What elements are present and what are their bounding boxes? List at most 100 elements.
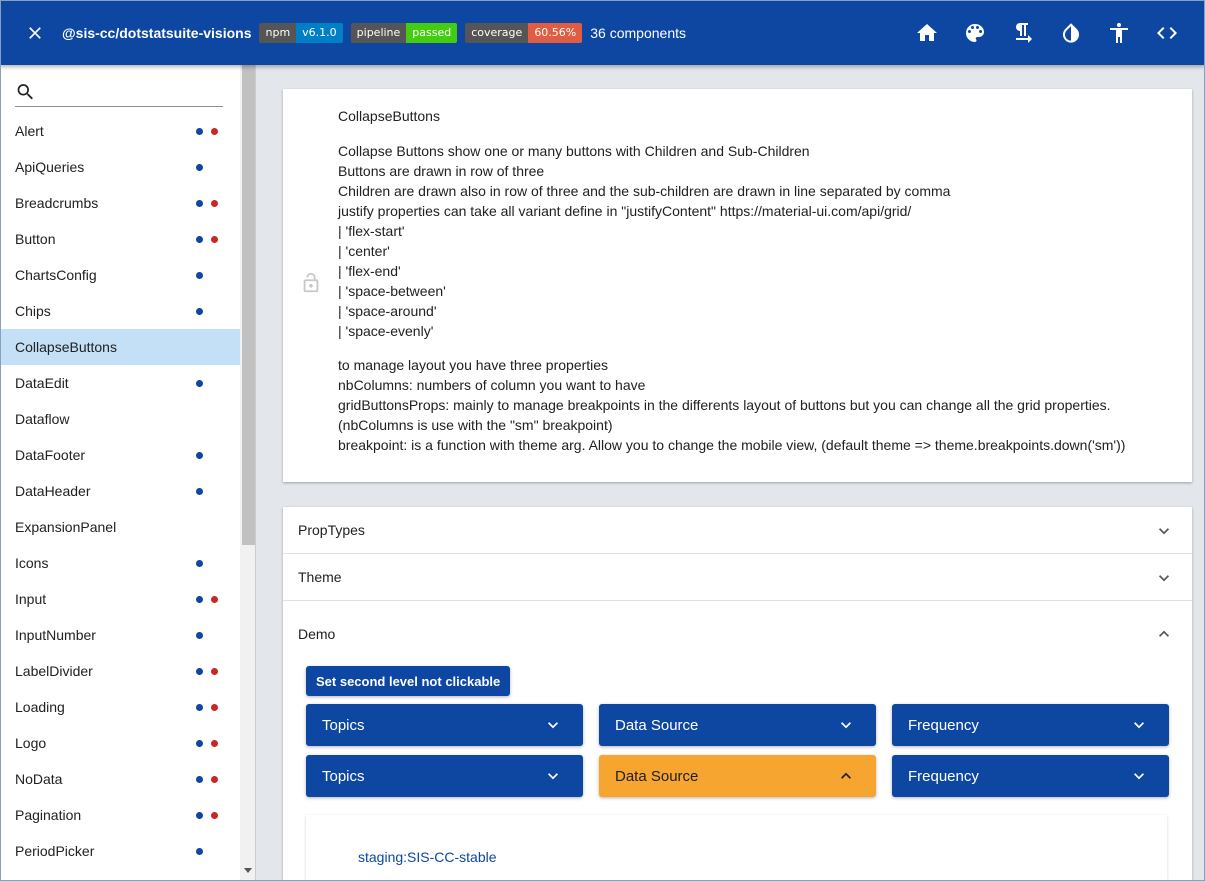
sidebar-item-chartsconfig[interactable]: ChartsConfig	[0, 257, 240, 293]
chevron-down-icon	[1129, 715, 1149, 735]
blue-status-dot	[196, 451, 203, 459]
description-line: Children are drawn also in row of three …	[338, 183, 951, 199]
blue-status-dot	[196, 487, 203, 495]
red-status-dot	[211, 775, 218, 783]
collapse-button-label: Topics	[322, 716, 365, 734]
collapse-button-frequency[interactable]: Frequency	[892, 755, 1169, 797]
sidebar-item-labeldivider[interactable]: LabelDivider	[0, 653, 240, 689]
sidebar-item-label: Input	[15, 591, 47, 607]
palette-button[interactable]	[951, 9, 999, 57]
scrollbar-thumb[interactable]	[242, 65, 255, 545]
blue-status-dot	[196, 163, 203, 171]
scroll-down-arrow-icon[interactable]	[244, 868, 252, 873]
component-list: Alert ApiQueries Breadcrumbs Button ChartsCo…	[0, 113, 240, 869]
chevron-down-icon	[836, 715, 856, 735]
coverage-badge[interactable]: coverage 60.56%	[465, 22, 583, 43]
red-status-dot	[211, 667, 218, 675]
status-dots	[196, 653, 226, 689]
code-icon	[1157, 26, 1177, 39]
accessibility-icon	[1110, 22, 1128, 43]
collapse-button-data-source[interactable]: Data Source	[599, 704, 876, 746]
sidebar-item-dataedit[interactable]: DataEdit	[0, 365, 240, 401]
red-status-dot	[211, 235, 218, 243]
blue-status-dot	[196, 199, 203, 207]
blue-status-dot	[196, 559, 203, 567]
collapse-button-topics[interactable]: Topics	[306, 704, 583, 746]
close-button[interactable]	[24, 22, 46, 44]
sidebar-item-expansionpanel[interactable]: ExpansionPanel	[0, 509, 240, 545]
description-line: justify properties can take all variant …	[338, 203, 912, 219]
home-button[interactable]	[903, 9, 951, 57]
blue-status-dot	[196, 775, 203, 783]
status-dots	[196, 545, 211, 581]
sidebar-item-button[interactable]: Button	[0, 221, 240, 257]
sub-child-link[interactable]: staging:SIS-CC-stable	[358, 849, 497, 865]
accessibility-button[interactable]	[1095, 9, 1143, 57]
sidebar-item-label: Chips	[15, 303, 51, 319]
sidebar-item-label: DataEdit	[15, 375, 69, 391]
sidebar-item-periodpicker[interactable]: PeriodPicker	[0, 833, 240, 869]
set-second-level-button[interactable]: Set second level not clickable	[306, 666, 511, 696]
collapse-button-frequency[interactable]: Frequency	[892, 704, 1169, 746]
sidebar-item-input[interactable]: Input	[0, 581, 240, 617]
sub-children-panel: staging:SIS-CC-stable	[306, 815, 1167, 881]
theme-panel-header[interactable]: Theme	[283, 554, 1192, 601]
text-direction-button[interactable]	[999, 9, 1047, 57]
status-dots	[196, 833, 211, 869]
contrast-button[interactable]	[1047, 9, 1095, 57]
sidebar-item-breadcrumbs[interactable]: Breadcrumbs	[0, 185, 240, 221]
demo-panel-header[interactable]: Demo	[283, 609, 1192, 659]
sidebar-item-label: InputNumber	[15, 627, 96, 643]
sidebar-item-nodata[interactable]: NoData	[0, 761, 240, 797]
sidebar-item-datafooter[interactable]: DataFooter	[0, 437, 240, 473]
description-line: Buttons are drawn in row of three	[338, 163, 545, 179]
collapse-button-label: Frequency	[908, 716, 979, 734]
proptypes-panel-header[interactable]: PropTypes	[283, 507, 1192, 554]
close-icon	[29, 26, 41, 39]
sidebar-item-dataheader[interactable]: DataHeader	[0, 473, 240, 509]
sidebar-item-logo[interactable]: Logo	[0, 725, 240, 761]
component-title: CollapseButtons	[338, 108, 440, 124]
sidebar-item-label: Alert	[15, 123, 44, 139]
red-status-dot	[211, 739, 218, 747]
search-input[interactable]	[42, 78, 223, 105]
npm-badge[interactable]: npm v6.1.0	[259, 22, 343, 43]
sidebar-item-label: Loading	[15, 699, 65, 715]
status-dots	[196, 581, 226, 617]
collapse-button-label: Data Source	[615, 716, 699, 734]
collapse-button-topics[interactable]: Topics	[306, 755, 583, 797]
collapse-button-data-source-expanded[interactable]: Data Source	[599, 755, 876, 797]
text-direction-icon	[1016, 22, 1032, 43]
sidebar-item-loading[interactable]: Loading	[0, 689, 240, 725]
sidebar-item-chips[interactable]: Chips	[0, 293, 240, 329]
code-button[interactable]	[1143, 9, 1191, 57]
blue-status-dot	[196, 703, 203, 711]
sidebar-item-alert[interactable]: Alert	[0, 113, 240, 149]
sidebar-item-apiqueries[interactable]: ApiQueries	[0, 149, 240, 185]
chevron-down-icon	[1154, 568, 1174, 588]
lock-open-icon[interactable]	[300, 272, 322, 294]
blue-status-dot	[196, 307, 203, 315]
description-line: | 'center'	[338, 243, 390, 259]
status-dots	[196, 293, 211, 329]
proptypes-panel-label: PropTypes	[298, 522, 365, 538]
status-dots	[196, 617, 211, 653]
sidebar-item-collapsebuttons[interactable]: CollapseButtons	[0, 329, 240, 365]
pipeline-badge[interactable]: pipeline passed	[350, 22, 458, 43]
status-dots	[196, 761, 226, 797]
chevron-down-icon	[543, 766, 563, 786]
sidebar-item-label: ChartsConfig	[15, 267, 97, 283]
sidebar-item-icons[interactable]: Icons	[0, 545, 240, 581]
blue-status-dot	[196, 595, 203, 603]
sidebar-item-dataflow[interactable]: Dataflow	[0, 401, 240, 437]
sidebar-item-pagination[interactable]: Pagination	[0, 797, 240, 833]
chevron-up-icon	[1154, 624, 1174, 644]
sidebar-item-label: Breadcrumbs	[15, 195, 99, 211]
app-title: @sis-cc/dotstatsuite-visions	[62, 24, 252, 41]
chevron-down-icon	[1154, 521, 1174, 541]
sidebar-item-label: NoData	[15, 771, 63, 787]
sidebar-item-inputnumber[interactable]: InputNumber	[0, 617, 240, 653]
red-status-dot	[211, 595, 218, 603]
description-line: Collapse Buttons show one or many button…	[338, 143, 810, 159]
description-line: breakpoint: is a function with theme arg…	[338, 437, 1126, 453]
